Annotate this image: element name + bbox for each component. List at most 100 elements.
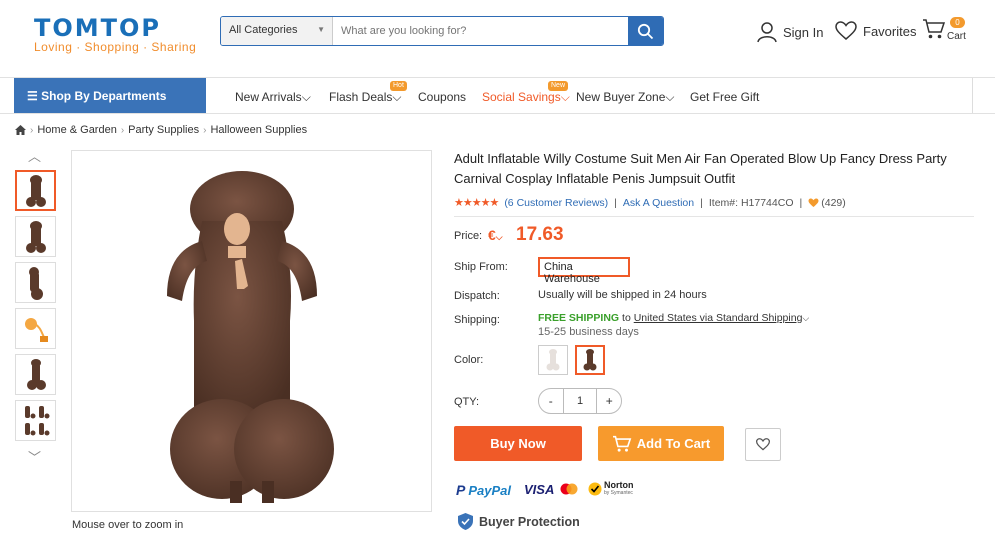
favorites-link[interactable]: Favorites	[835, 21, 916, 41]
chevron-down-icon: ⌵	[560, 90, 570, 104]
chevron-right-icon: ›	[203, 124, 207, 136]
quantity-stepper: - 1 +	[538, 388, 622, 414]
product-meta: ★★★★★ (6 Customer Reviews) | Ask A Quest…	[454, 196, 846, 210]
visa-text: VISA	[524, 482, 555, 497]
thumbnail-4[interactable]	[15, 308, 56, 349]
search-category-select[interactable]: All Categories ▼	[221, 17, 333, 45]
currency-selector[interactable]: €⌵	[488, 227, 503, 243]
sign-in-link[interactable]: Sign In	[757, 21, 823, 43]
cart-link[interactable]	[922, 18, 946, 43]
add-to-cart-button[interactable]: Add To Cart	[598, 426, 724, 461]
costume-thumbnail-image	[25, 174, 46, 207]
likes-count: (429)	[821, 196, 846, 209]
qty-label: QTY:	[454, 396, 480, 408]
qty-plus-button[interactable]: +	[597, 394, 621, 408]
breadcrumb-home-garden[interactable]: Home & Garden	[37, 124, 116, 136]
norton-logo: Norton by Symantec	[588, 481, 634, 497]
buy-now-button[interactable]: Buy Now	[454, 426, 582, 461]
paypal-p-icon: P	[456, 482, 466, 498]
nav-new-buyer-zone-label: New Buyer Zone	[576, 90, 666, 104]
logo[interactable]: TOMTOP	[34, 14, 161, 42]
divider	[454, 216, 974, 217]
search-button[interactable]	[628, 17, 663, 45]
cart-icon	[923, 19, 946, 39]
nav-get-free-gift[interactable]: Get Free Gift	[690, 90, 759, 104]
costume-thumbnail-image	[24, 405, 49, 435]
main-product-image[interactable]	[71, 150, 432, 512]
zoom-note: Mouse over to zoom in	[72, 519, 184, 531]
ask-question-link[interactable]: Ask A Question	[623, 197, 694, 209]
product-title: Adult Inflatable Willy Costume Suit Men …	[454, 151, 947, 186]
costume-image	[167, 171, 334, 503]
home-icon[interactable]	[15, 125, 26, 135]
costume-thumbnail-image	[26, 358, 46, 390]
nav-flash-deals-label: Flash Deals	[329, 90, 393, 104]
breadcrumb: › Home & Garden › Party Supplies › Hallo…	[15, 124, 307, 136]
ship-from-label: Ship From:	[454, 261, 508, 273]
search-icon	[637, 23, 654, 39]
mastercard-icon	[560, 483, 578, 495]
color-swatch-brown[interactable]	[575, 345, 605, 375]
cart-label: Cart	[947, 31, 966, 42]
color-label: Color:	[454, 354, 484, 366]
search-category-label: All Categories	[229, 24, 298, 36]
mastercard-logo	[560, 483, 578, 495]
nav-coupons[interactable]: Coupons	[418, 90, 466, 104]
chevron-right-icon: ›	[30, 124, 34, 136]
meta-divider: |	[700, 196, 703, 209]
breadcrumb-halloween-supplies[interactable]: Halloween Supplies	[210, 124, 307, 136]
dispatch-label: Dispatch:	[454, 290, 500, 302]
sign-in-label: Sign In	[783, 24, 824, 40]
color-swatch-white[interactable]	[538, 345, 568, 375]
cart-count-badge: 0	[950, 17, 965, 28]
departments-label: Shop By Departments	[41, 89, 167, 103]
search-input[interactable]	[333, 17, 628, 45]
brown-costume-swatch-image	[583, 349, 597, 371]
chevron-down-icon: ⌵	[802, 313, 810, 323]
thumbnail-5[interactable]	[15, 354, 56, 395]
chevron-right-icon: ›	[120, 124, 125, 136]
thumb-down-arrow-icon[interactable]: ﹀	[28, 447, 41, 466]
breadcrumb-party-supplies[interactable]: Party Supplies	[128, 124, 199, 136]
logo-tagline: Loving · Shopping · Sharing	[34, 40, 197, 54]
heart-icon	[756, 438, 770, 451]
thumbnail-6[interactable]	[15, 400, 56, 441]
qty-input[interactable]: 1	[562, 389, 598, 413]
nav-new-arrivals[interactable]: New Arrivals⌵	[235, 90, 311, 105]
chevron-down-icon: ▼	[317, 25, 325, 34]
shipping-label: Shipping:	[454, 314, 500, 326]
costume-thumbnail-image	[24, 317, 48, 342]
shop-by-departments-button[interactable]: ☰ Shop By Departments	[14, 78, 206, 113]
norton-check-icon	[588, 482, 602, 496]
thumbnail-3[interactable]	[15, 262, 56, 303]
norton-text: Norton	[604, 480, 634, 490]
nav-new-arrivals-label: New Arrivals	[235, 90, 302, 104]
nav-social-savings[interactable]: Social Savings⌵	[482, 90, 570, 105]
item-number: Item#: H17744CO	[708, 196, 794, 209]
paypal-logo: P PayPal	[456, 482, 511, 498]
thumb-up-arrow-icon[interactable]: ︿	[28, 146, 41, 165]
reviews-link[interactable]: (6 Customer Reviews)	[504, 197, 608, 209]
chevron-down-icon: ⌵	[392, 90, 402, 104]
thumbnail-1[interactable]	[15, 170, 56, 211]
like-button[interactable]: (429)	[808, 197, 846, 209]
shield-icon	[458, 513, 473, 530]
warehouse-option[interactable]: China Warehouse	[538, 257, 630, 285]
cart-icon	[612, 435, 632, 452]
buyer-protection-label: Buyer Protection	[479, 514, 580, 529]
nav-new-buyer-zone[interactable]: New Buyer Zone⌵	[576, 90, 674, 105]
meta-divider: |	[799, 196, 803, 209]
chevron-down-icon: ⌵	[665, 90, 675, 104]
shipping-days: 15-25 business days	[538, 326, 639, 338]
paypal-text: PayPal	[468, 482, 511, 498]
qty-minus-button[interactable]: -	[539, 394, 563, 408]
price-label: Price:	[454, 230, 483, 242]
nav-flash-deals[interactable]: Flash Deals⌵	[329, 90, 401, 105]
wishlist-button[interactable]	[745, 428, 781, 461]
meta-divider: |	[614, 196, 617, 209]
thumbnail-2[interactable]	[15, 216, 56, 257]
new-tag: New	[548, 81, 569, 91]
shipping-method-select[interactable]: United States via Standard Shipping	[634, 312, 803, 324]
buyer-protection: Buyer Protection	[458, 513, 580, 530]
costume-thumbnail-image	[25, 220, 46, 253]
